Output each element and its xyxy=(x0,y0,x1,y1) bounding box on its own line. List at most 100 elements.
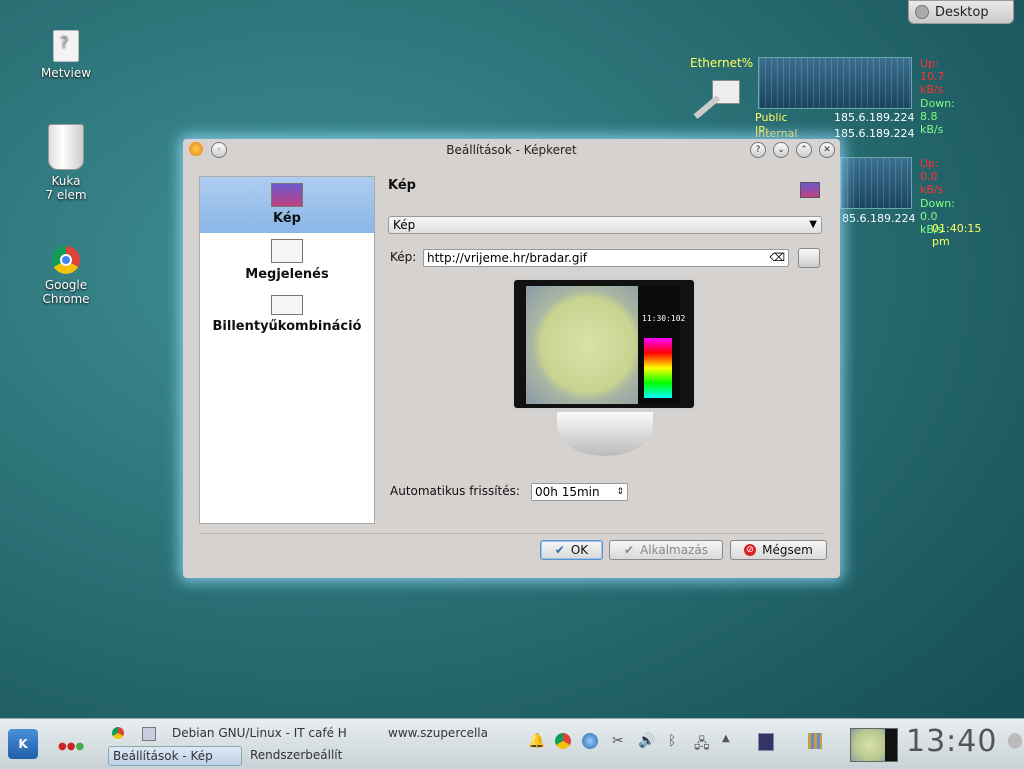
upload-rate-1: Up: 10.7 kB/s xyxy=(920,57,945,96)
sidebar-item-megjelenes[interactable]: Megjelenés xyxy=(200,233,374,289)
network-graph-1 xyxy=(758,57,912,109)
image-preview-monitor: 11:30:102 xyxy=(511,277,697,411)
ethernet-label: Ethernet% xyxy=(690,56,754,70)
cancel-button[interactable]: ⊘ Mégsem xyxy=(730,540,827,560)
internal-ip-value: 185.6.189.224 xyxy=(834,127,915,140)
launcher-calculator-icon[interactable] xyxy=(142,727,156,741)
chrome-icon xyxy=(52,246,80,274)
scissors-icon[interactable]: ✂ xyxy=(612,733,624,749)
picture-frame-icon xyxy=(271,183,303,207)
toolbox-icon xyxy=(915,5,929,19)
activity-switcher-icon[interactable]: ●●● xyxy=(58,741,84,752)
network-icon[interactable]: 🖧 xyxy=(694,733,710,757)
desktop-icon-sublabel: Chrome xyxy=(42,292,90,306)
monitor-stand xyxy=(557,412,653,456)
ethernet-cable-icon xyxy=(693,95,721,119)
ip-value-2: 85.6.189.224 xyxy=(842,212,916,225)
desktop-icon-trash[interactable]: Kuka 7 elem xyxy=(21,124,111,202)
sidebar-item-kep[interactable]: Kép xyxy=(200,177,374,233)
network-graph-2 xyxy=(840,157,912,209)
auto-refresh-value: 00h 15min xyxy=(535,485,600,499)
cancel-button-label: Mégsem xyxy=(762,543,813,557)
section-title: Kép xyxy=(388,178,416,193)
maximize-button[interactable]: ⌃ xyxy=(796,142,812,158)
auto-refresh-spinbox[interactable]: 00h 15min ⇕ xyxy=(531,483,628,501)
desktop-icon-sublabel: 7 elem xyxy=(45,188,87,202)
apply-button[interactable]: ✔ Alkalmazás xyxy=(609,540,723,560)
dropdown-value: Kép xyxy=(393,218,416,232)
taskbar-radar-thumbnail[interactable] xyxy=(850,728,898,762)
pin-button[interactable]: · xyxy=(211,142,227,158)
network-time: 01:40:15 pm xyxy=(932,222,982,248)
appearance-icon xyxy=(271,239,303,263)
desktop-icon-label: Kuka xyxy=(51,174,81,188)
pager-icon[interactable] xyxy=(758,733,774,751)
task-debian[interactable]: Debian GNU/Linux - IT café H xyxy=(172,724,368,742)
radar-legend xyxy=(644,338,672,398)
close-button[interactable]: ✕ xyxy=(819,142,835,158)
tray-globe-icon[interactable] xyxy=(582,733,598,749)
task-rendszerbeallitasok[interactable]: Rendszerbeállít xyxy=(250,746,368,764)
launcher-chrome-icon[interactable] xyxy=(112,727,124,739)
ok-button[interactable]: ✔ OK xyxy=(540,540,603,560)
check-icon: ✔ xyxy=(554,543,565,557)
app-icon[interactable] xyxy=(189,142,203,156)
image-url-value: http://vrijeme.hr/bradar.gif xyxy=(427,251,588,265)
upload-rate-2: Up: 0.0 kB/s xyxy=(920,157,944,196)
taskbar-clock[interactable]: 13:40 xyxy=(906,724,997,759)
spin-arrows-icon[interactable]: ⇕ xyxy=(616,484,624,500)
help-button[interactable]: ? xyxy=(750,142,766,158)
minimize-button[interactable]: ⌄ xyxy=(773,142,789,158)
clear-input-icon[interactable]: ⌫ xyxy=(769,250,785,266)
image-url-input[interactable]: http://vrijeme.hr/bradar.gif ⌫ xyxy=(423,249,789,267)
sidebar-item-billentyukombinacio[interactable]: Billentyűkombináció xyxy=(200,289,374,345)
cancel-icon: ⊘ xyxy=(744,544,757,556)
clipboard-icon[interactable] xyxy=(808,733,822,749)
sidebar-item-label: Kép xyxy=(273,211,301,226)
window-titlebar[interactable]: · Beállítások - Képkeret ? ⌄ ⌃ ✕ xyxy=(183,139,840,161)
volume-icon[interactable]: 🔊 xyxy=(638,733,655,749)
window-title: Beállítások - Képkeret xyxy=(446,143,577,157)
sidebar-item-label: Megjelenés xyxy=(245,267,329,282)
download-rate-1: Down: 8.8 kB/s xyxy=(920,97,955,136)
auto-refresh-label: Automatikus frissítés: xyxy=(390,484,520,498)
preview-time: 11:30:102 xyxy=(642,314,686,323)
task-label: www.szupercella xyxy=(388,726,488,740)
document-icon xyxy=(53,30,79,62)
apply-button-label: Alkalmazás xyxy=(640,543,708,557)
chevron-down-icon: ▼ xyxy=(809,219,817,230)
desktop-icon-metview[interactable]: Metview xyxy=(21,30,111,80)
sidebar-item-label: Billentyűkombináció xyxy=(212,319,362,334)
task-beallitasok[interactable]: Beállítások - Kép xyxy=(108,746,242,766)
bluetooth-icon[interactable]: ᛒ xyxy=(668,733,676,749)
task-label: Debian GNU/Linux - IT café H xyxy=(172,726,347,740)
desktop-icon-chrome[interactable]: Google Chrome xyxy=(21,246,111,306)
browse-file-button[interactable] xyxy=(798,248,820,268)
radar-map xyxy=(526,286,638,404)
desktop-toolbox-button[interactable]: Desktop xyxy=(908,0,1014,24)
check-icon: ✔ xyxy=(624,543,635,557)
task-label: Rendszerbeállít xyxy=(250,748,343,762)
footer-divider xyxy=(199,533,824,534)
desktop-icon-label: Metview xyxy=(40,66,92,80)
kde-menu-button[interactable]: K xyxy=(8,729,38,759)
trash-icon xyxy=(48,124,84,170)
ok-button-label: OK xyxy=(570,543,589,557)
desktop-icon-label: Google xyxy=(44,278,88,292)
tray-expand-icon[interactable]: ▲ xyxy=(722,733,730,744)
source-type-dropdown[interactable]: Kép ▼ xyxy=(388,216,822,234)
settings-sidebar: Kép Megjelenés Billentyűkombináció xyxy=(199,176,375,524)
radar-thumbnail-map xyxy=(851,729,885,761)
public-ip-value: 185.6.189.224 xyxy=(834,111,915,124)
panel-settings-icon[interactable] xyxy=(1008,733,1022,749)
section-picture-icon xyxy=(800,182,820,198)
keyboard-icon xyxy=(271,295,303,315)
task-szupercella[interactable]: www.szupercella xyxy=(388,724,506,742)
notification-bell-icon[interactable]: 🔔 xyxy=(528,733,545,749)
desktop-button-label: Desktop xyxy=(935,4,989,20)
settings-window: · Beállítások - Képkeret ? ⌄ ⌃ ✕ Kép Meg… xyxy=(183,139,840,578)
image-url-label: Kép: xyxy=(390,250,417,264)
tray-chrome-icon[interactable] xyxy=(555,733,571,749)
radar-preview-screen: 11:30:102 xyxy=(526,286,685,404)
task-label: Beállítások - Kép xyxy=(113,749,213,763)
